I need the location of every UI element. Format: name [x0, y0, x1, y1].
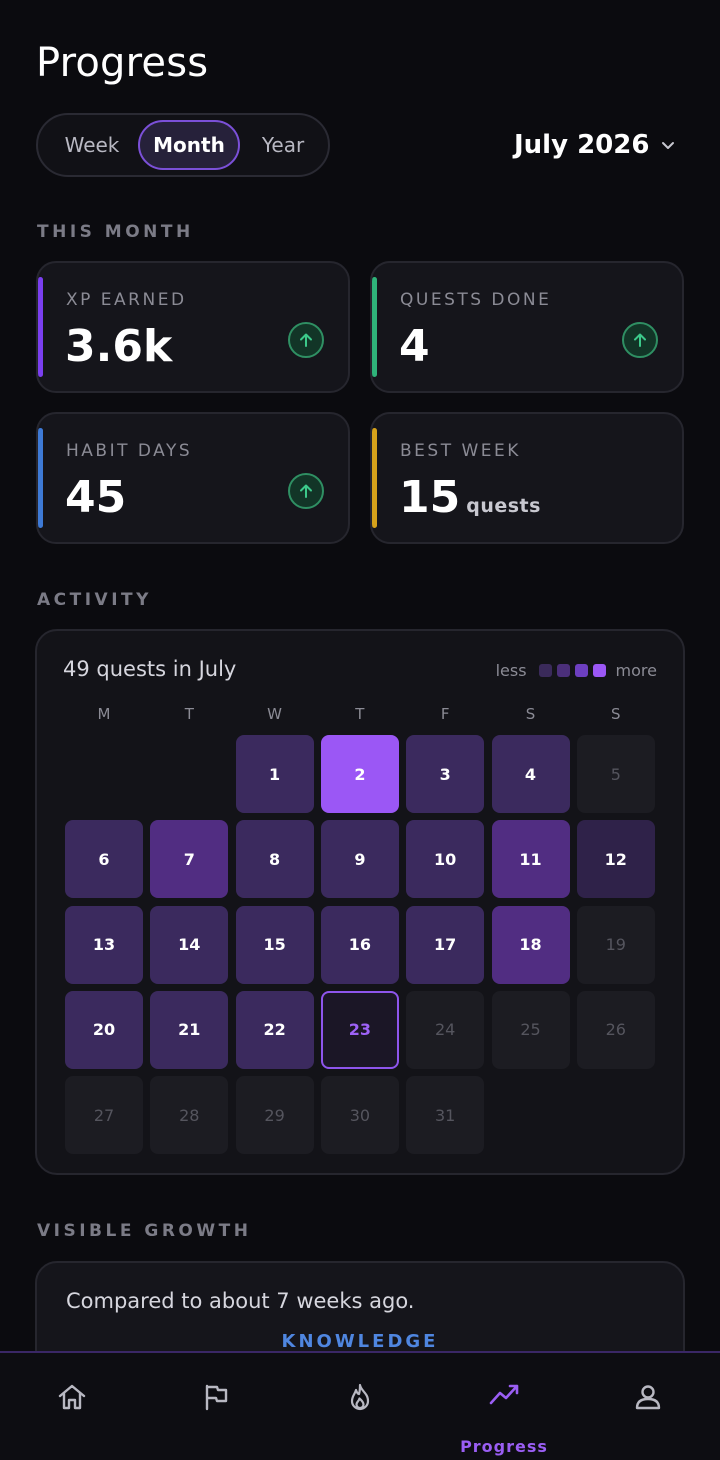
calendar-day[interactable]: 13: [65, 905, 143, 984]
calendar-day[interactable]: 19: [576, 905, 655, 984]
legend-swatch: [592, 664, 606, 677]
calendar-day[interactable]: 25: [491, 990, 570, 1069]
tab-week[interactable]: Week: [46, 120, 138, 170]
calendar-day[interactable]: 1: [235, 735, 314, 813]
nav-progress[interactable]: Progress: [432, 1353, 576, 1460]
calendar-day[interactable]: 23: [320, 990, 399, 1069]
calendar-day[interactable]: 30: [320, 1076, 399, 1155]
calendar-day[interactable]: 10: [406, 820, 485, 899]
stat-unit: quests: [466, 495, 541, 517]
stat-label: HABIT DAYS: [66, 441, 193, 461]
legend-less-label: less: [495, 661, 527, 680]
month-picker-label: July 2026: [514, 130, 650, 160]
calendar-day[interactable]: 31: [406, 1076, 485, 1155]
nav-home[interactable]: [0, 1353, 144, 1460]
calendar-day[interactable]: 14: [150, 905, 229, 984]
calendar-day[interactable]: 21: [150, 990, 229, 1069]
tab-month[interactable]: Month: [138, 120, 240, 170]
calendar-day[interactable]: 20: [65, 990, 143, 1069]
nav-quests[interactable]: [144, 1353, 288, 1460]
legend-more-label: more: [615, 661, 657, 680]
activity-summary: 49 quests in July: [63, 657, 237, 681]
tab-year[interactable]: Year: [240, 120, 326, 170]
trend-up-icon: [622, 322, 658, 358]
flame-icon: [350, 1383, 370, 1411]
weekday-label: F: [440, 705, 450, 723]
stat-value: 4: [399, 321, 430, 372]
nav-habits[interactable]: [288, 1353, 432, 1460]
chevron-down-icon: [662, 142, 675, 149]
trend-up-icon: [288, 322, 324, 358]
stat-value: 15 quests: [399, 472, 541, 523]
accent-bar: [372, 428, 377, 528]
calendar-day[interactable]: 7: [150, 820, 229, 899]
calendar-day[interactable]: 3: [406, 735, 485, 813]
growth-category-label: KNOWLEDGE: [281, 1331, 439, 1352]
activity-legend: less more: [496, 661, 657, 680]
accent-bar: [38, 277, 43, 377]
stat-card-best-week[interactable]: BEST WEEK 15 quests: [370, 412, 684, 544]
accent-bar: [372, 277, 377, 377]
nav-profile[interactable]: [576, 1353, 720, 1460]
calendar-day[interactable]: 12: [576, 820, 655, 899]
legend-swatch: [574, 664, 588, 677]
stat-label: XP EARNED: [66, 290, 187, 310]
month-picker[interactable]: July 2026: [514, 125, 677, 165]
this-month-heading: THIS MONTH: [37, 222, 194, 242]
calendar-day[interactable]: 2: [320, 735, 399, 813]
home-icon: [58, 1384, 86, 1410]
calendar-day[interactable]: 24: [406, 990, 485, 1069]
stat-value: 3.6k: [65, 321, 173, 372]
weekday-label: S: [525, 705, 536, 723]
activity-calendar: 49 quests in July less more MTWTFSS12345…: [35, 629, 685, 1175]
calendar-day[interactable]: 6: [65, 820, 143, 899]
calendar-day[interactable]: 9: [320, 820, 399, 899]
bottom-nav: Progress: [0, 1351, 720, 1460]
stat-card-xp[interactable]: XP EARNED 3.6k: [36, 261, 350, 393]
stat-card-quests[interactable]: QUESTS DONE 4: [370, 261, 684, 393]
weekday-label: T: [184, 705, 194, 723]
calendar-day[interactable]: 28: [150, 1076, 229, 1155]
calendar-day[interactable]: 17: [406, 905, 485, 984]
legend-swatch: [556, 664, 570, 677]
page-title: Progress: [36, 40, 209, 86]
stat-label: BEST WEEK: [400, 441, 521, 461]
growth-subtitle: Compared to about 7 weeks ago.: [66, 1289, 415, 1313]
stat-label: QUESTS DONE: [400, 290, 552, 310]
accent-bar: [38, 428, 43, 528]
calendar-day[interactable]: 5: [576, 735, 655, 813]
profile-icon: [635, 1385, 661, 1410]
weekday-label: T: [355, 705, 365, 723]
range-segmented-control: Week Month Year: [36, 113, 330, 177]
stat-value: 45: [65, 472, 127, 523]
calendar-day[interactable]: 27: [65, 1076, 143, 1155]
nav-progress-label: Progress: [460, 1437, 548, 1456]
calendar-day[interactable]: 16: [320, 905, 399, 984]
calendar-day[interactable]: 22: [235, 990, 314, 1069]
calendar-day[interactable]: 4: [491, 735, 570, 813]
visible-growth-heading: VISIBLE GROWTH: [37, 1221, 252, 1241]
calendar-day[interactable]: 26: [576, 990, 655, 1069]
calendar-day[interactable]: 11: [491, 820, 570, 899]
trend-icon: [489, 1384, 519, 1405]
weekday-label: W: [267, 705, 283, 723]
calendar-day[interactable]: 18: [491, 905, 570, 984]
activity-heading: ACTIVITY: [37, 590, 152, 610]
stat-card-habit-days[interactable]: HABIT DAYS 45: [36, 412, 350, 544]
weekday-label: S: [611, 705, 621, 723]
weekday-label: M: [97, 705, 111, 723]
calendar-day[interactable]: 29: [235, 1076, 314, 1155]
trend-up-icon: [288, 473, 324, 509]
flag-icon: [205, 1384, 228, 1411]
calendar-day[interactable]: 8: [235, 820, 314, 899]
legend-swatch: [538, 664, 552, 677]
calendar-day[interactable]: 15: [235, 905, 314, 984]
